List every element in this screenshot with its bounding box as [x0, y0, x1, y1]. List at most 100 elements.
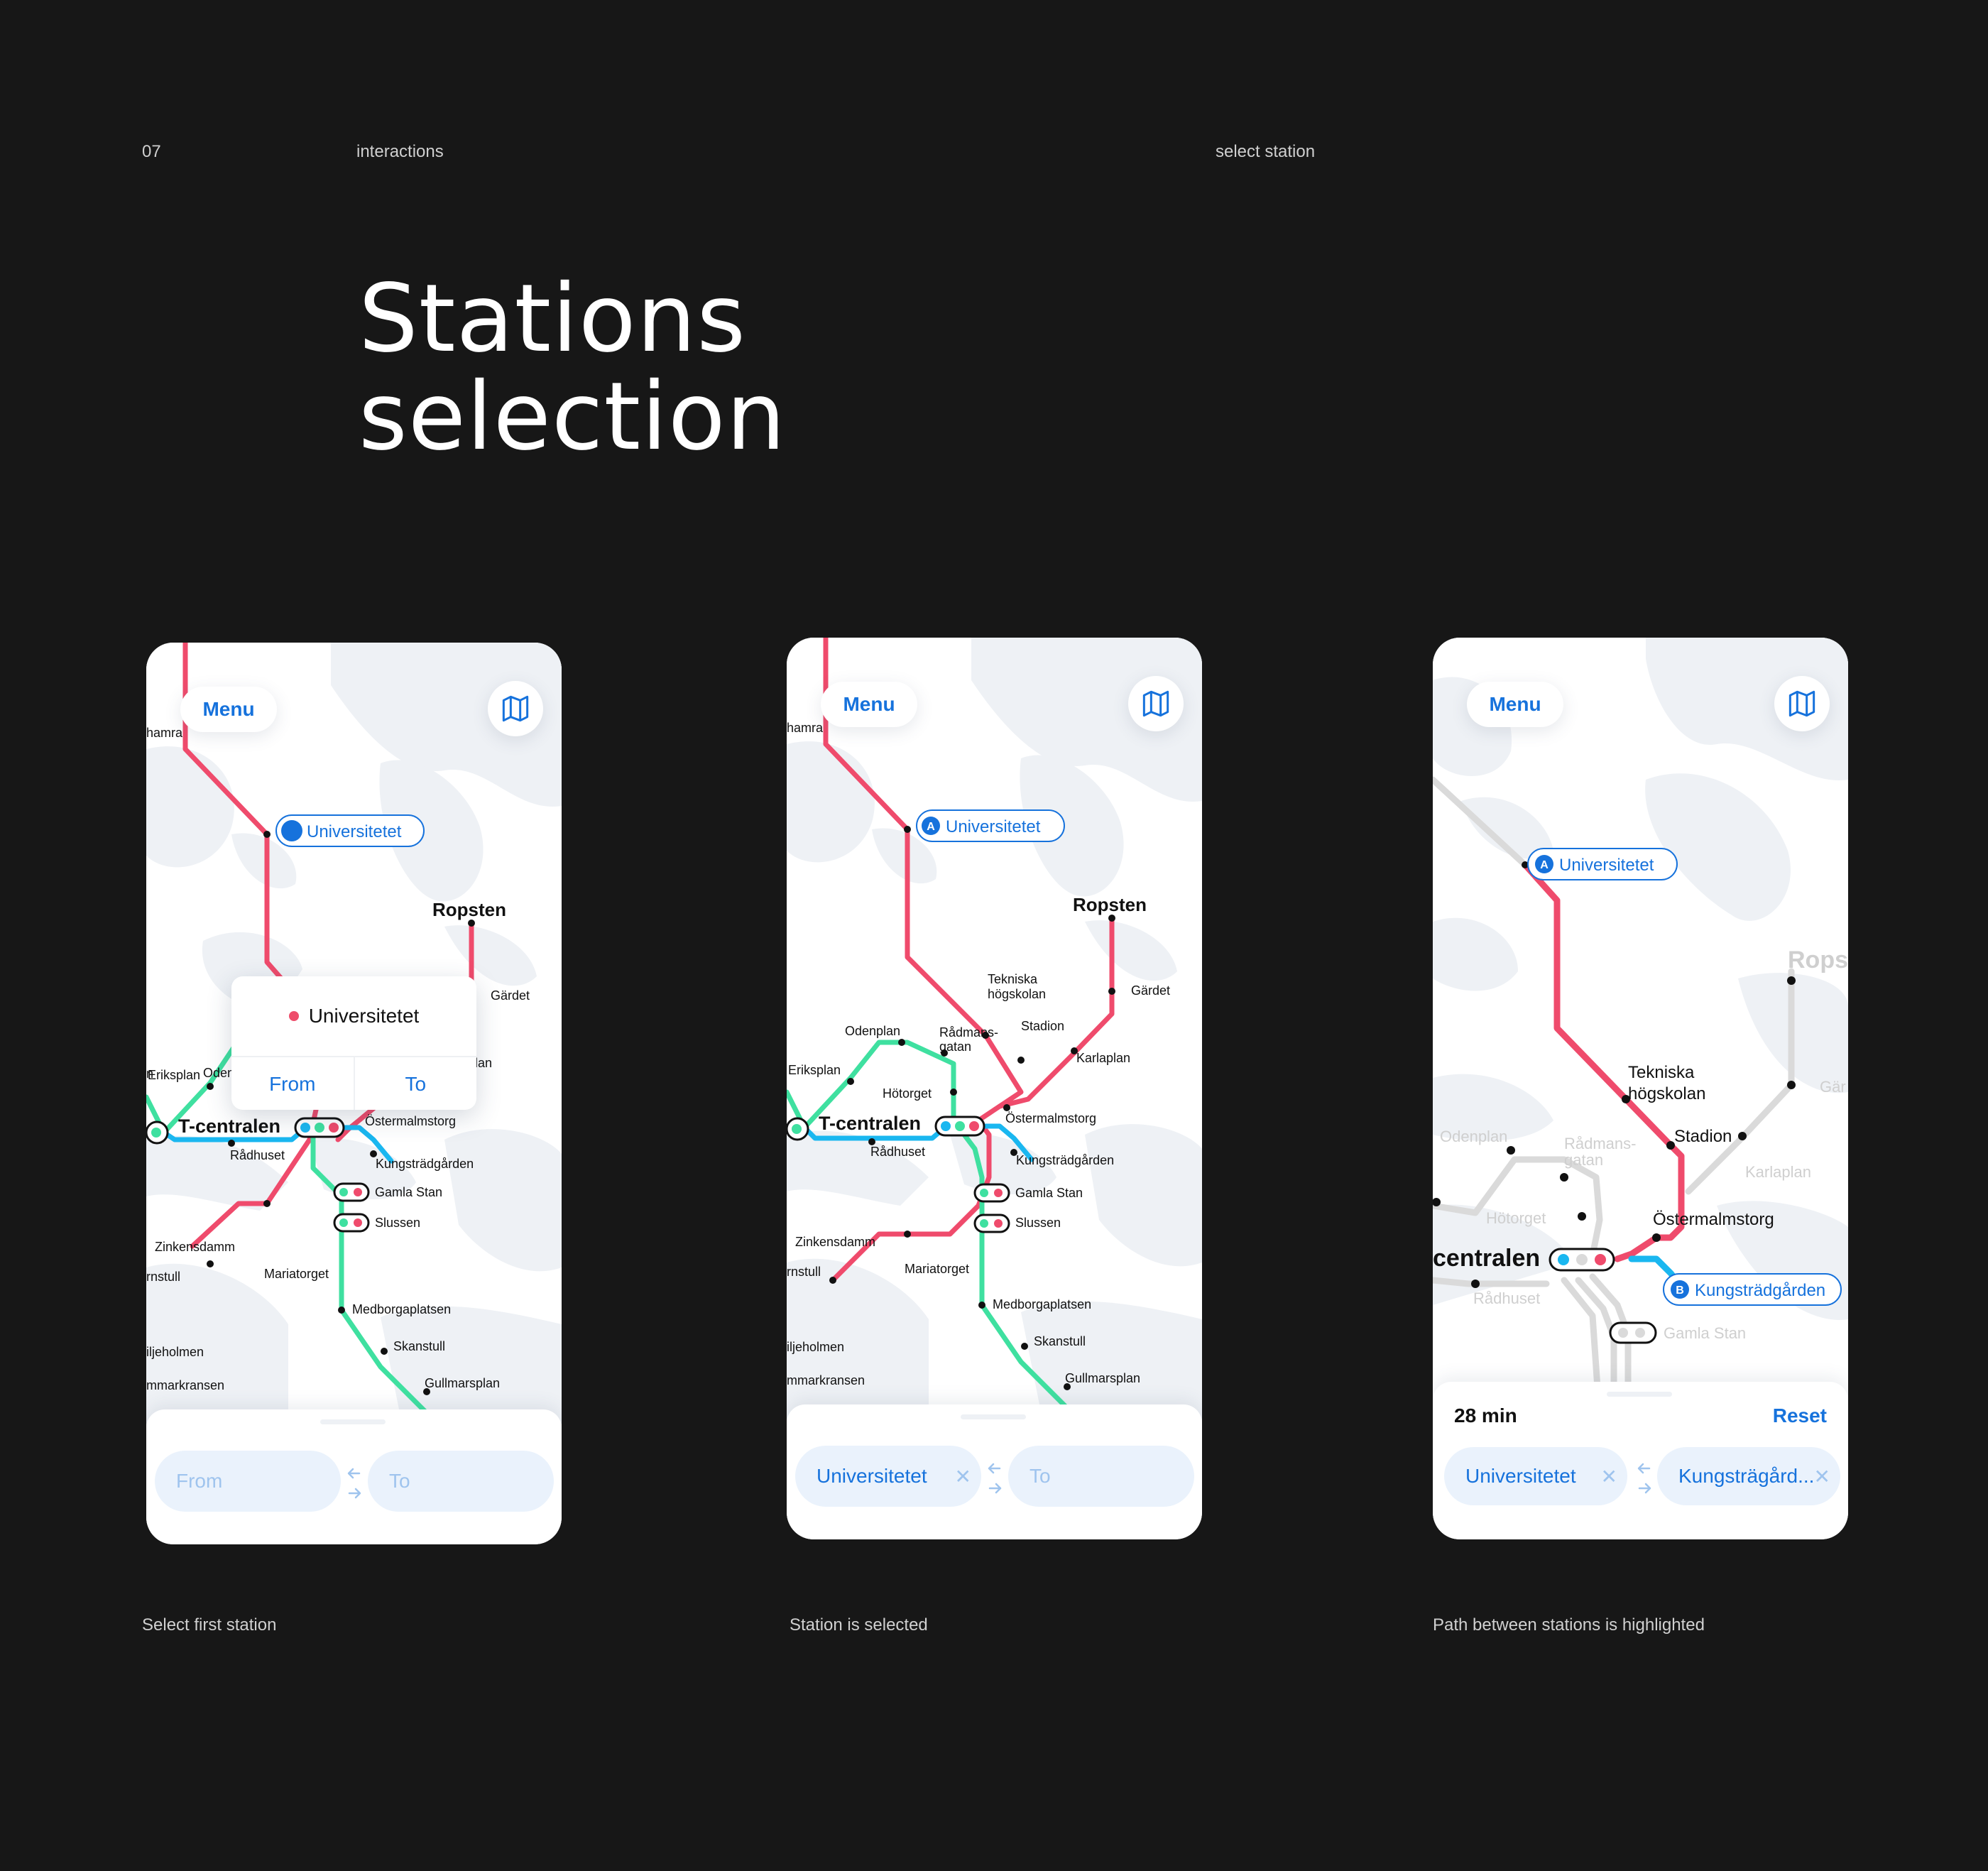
swap-icon[interactable] — [1635, 1458, 1654, 1498]
popup-to-button[interactable]: To — [353, 1057, 477, 1110]
label-eriksplan: Eriksplan — [148, 1068, 200, 1082]
menu-button[interactable]: Menu — [1467, 682, 1563, 727]
label-lan: lan — [475, 1056, 492, 1070]
label-tcentralen: T-centralen — [178, 1115, 280, 1137]
caption-screen-1: Select first station — [142, 1615, 277, 1635]
map-toggle-button[interactable] — [1774, 676, 1830, 731]
phone-screen-path-highlighted: Tekniska högskolan Stadion Östermalmstor… — [1433, 638, 1848, 1539]
to-field[interactable]: Kungsträgård... ✕ — [1657, 1447, 1840, 1505]
label-karlaplan: Karlaplan — [1076, 1051, 1130, 1065]
label-midsommar: mmarkransen — [787, 1373, 865, 1387]
route-sheet: From To — [146, 1409, 562, 1544]
label-kungstradgarden: Kungsträdgården — [376, 1157, 474, 1171]
metro-map[interactable]: Ropsten Gärdet Tekniska högskolan Stadio… — [787, 638, 1202, 1419]
caption-screen-2: Station is selected — [790, 1615, 928, 1635]
clear-from-icon[interactable]: ✕ — [955, 1465, 971, 1488]
to-placeholder: To — [389, 1470, 410, 1492]
map-toggle-button[interactable] — [488, 681, 543, 736]
label-ropsten: Ropsten — [432, 899, 506, 920]
station-chip-universitetet: A Universitetet — [1527, 848, 1678, 880]
popup-from-button[interactable]: From — [231, 1057, 354, 1110]
page-number: 07 — [142, 142, 161, 161]
label-zinkensdamm: Zinkensdamm — [155, 1240, 235, 1254]
from-field[interactable]: Universitetet ✕ — [1444, 1447, 1627, 1505]
popup-station-name: Universitetet — [308, 1005, 420, 1027]
map-toggle-button[interactable] — [1128, 676, 1184, 731]
label-stadion: Stadion — [1674, 1127, 1732, 1146]
from-value: Universitetet — [816, 1465, 927, 1487]
sheet-handle[interactable] — [1607, 1392, 1672, 1397]
map-icon — [502, 695, 529, 722]
menu-button[interactable]: Menu — [821, 682, 917, 727]
label-kungstradgarden: Kungsträdgården — [1016, 1153, 1114, 1167]
to-field[interactable]: To — [1008, 1446, 1194, 1507]
label-centralen: centralen — [1433, 1245, 1540, 1272]
label-gatan: gatan — [939, 1040, 971, 1054]
clear-from-icon[interactable]: ✕ — [1601, 1465, 1617, 1488]
svg-text:B: B — [1676, 1284, 1684, 1297]
route-sheet: 28 min Reset Universitetet ✕ Kungsträgår… — [1433, 1382, 1848, 1539]
from-value: Universitetet — [1465, 1465, 1576, 1487]
station-chip-kungstradgarden: B Kungsträdgården — [1663, 1273, 1842, 1306]
label-hogskolan: högskolan — [988, 987, 1046, 1001]
reset-button[interactable]: Reset — [1773, 1404, 1827, 1427]
phone-screen-station-selected: Ropsten Gärdet Tekniska högskolan Stadio… — [787, 638, 1202, 1539]
label-hogskolan: högskolan — [1628, 1084, 1705, 1103]
sheet-handle[interactable] — [961, 1414, 1026, 1419]
to-field[interactable]: To — [368, 1451, 554, 1512]
label-radmans: Rådmans- — [939, 1025, 998, 1040]
label-hotorget: Hötorget — [883, 1086, 932, 1101]
phone-screen-select-first: Ropsten Gärdet Oden n Eriksplan T-centra… — [146, 643, 562, 1544]
svg-text:Universitetet: Universitetet — [307, 822, 402, 841]
station-popup: Universitetet From To — [231, 976, 476, 1110]
label-rops-partial: Rops — [1788, 947, 1848, 973]
caption-screen-3: Path between stations is highlighted — [1433, 1615, 1705, 1635]
from-field[interactable]: Universitetet ✕ — [795, 1446, 981, 1507]
label-tekniska: Tekniska — [988, 972, 1038, 986]
map-icon — [1142, 690, 1169, 717]
label-radmans: Rådmans- — [1564, 1135, 1636, 1152]
label-ostermalmstorg: Östermalmstorg — [365, 1114, 456, 1128]
label-gamlastan: Gamla Stan — [1664, 1324, 1746, 1342]
metro-map[interactable]: Tekniska högskolan Stadion Östermalmstor… — [1433, 638, 1848, 1419]
page-title: Stations selection — [359, 270, 786, 466]
label-hamra: hamra — [146, 726, 183, 740]
swap-icon[interactable] — [345, 1463, 364, 1503]
from-placeholder: From — [176, 1470, 223, 1492]
svg-text:A: A — [1540, 859, 1549, 871]
label-medborgarplatsen: Medborgaplatsen — [352, 1302, 451, 1316]
label-hornstull: rnstull — [787, 1265, 821, 1279]
label-eriksplan: Eriksplan — [788, 1063, 841, 1077]
svg-text:Kungsträdgården: Kungsträdgården — [1695, 1281, 1825, 1300]
label-gar-partial: Gär — [1820, 1078, 1846, 1096]
menu-button[interactable]: Menu — [180, 687, 277, 732]
station-chip-universitetet: Universitetet — [275, 814, 425, 847]
label-radhuset: Rådhuset — [870, 1145, 925, 1159]
label-tcentralen: T-centralen — [819, 1113, 921, 1134]
sheet-handle[interactable] — [320, 1419, 386, 1424]
label-gullmarsplan: Gullmarsplan — [425, 1376, 500, 1390]
label-medborgarplatsen: Medborgaplatsen — [993, 1297, 1091, 1311]
popup-title: Universitetet — [231, 976, 476, 1056]
label-ropsten: Ropsten — [1073, 894, 1147, 915]
section-label: interactions — [356, 142, 444, 161]
label-gullmarsplan: Gullmarsplan — [1065, 1371, 1140, 1385]
clear-to-icon[interactable]: ✕ — [1814, 1465, 1830, 1488]
label-hornstull: rnstull — [146, 1270, 180, 1284]
map-icon — [1788, 690, 1815, 717]
to-placeholder: To — [1030, 1465, 1051, 1487]
label-gatan: gatan — [1564, 1151, 1603, 1169]
trip-duration: 28 min — [1454, 1404, 1517, 1427]
swap-icon[interactable] — [985, 1458, 1004, 1498]
label-karlaplan: Karlaplan — [1745, 1163, 1811, 1181]
label-radhuset: Rådhuset — [1473, 1289, 1540, 1307]
label-slussen: Slussen — [1015, 1216, 1061, 1230]
title-line-2: selection — [359, 362, 787, 471]
label-ostermalmstorg: Östermalmstorg — [1653, 1210, 1774, 1229]
from-field[interactable]: From — [155, 1451, 341, 1512]
station-chip-universitetet: A Universitetet — [916, 809, 1065, 842]
label-slussen: Slussen — [375, 1216, 420, 1230]
label-gardet: Gärdet — [491, 988, 530, 1003]
label-tekniska: Tekniska — [1628, 1063, 1695, 1082]
title-line-1: Stations — [359, 264, 747, 373]
